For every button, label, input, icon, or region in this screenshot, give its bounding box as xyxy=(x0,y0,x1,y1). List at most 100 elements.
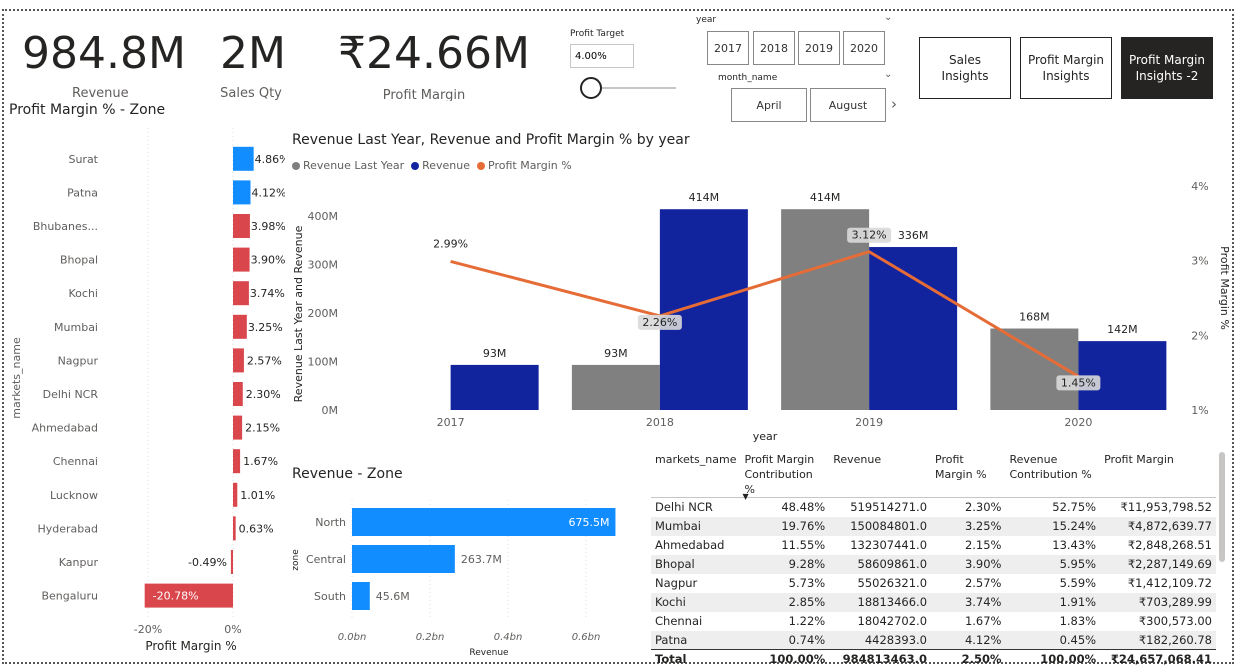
table-cell: 100.00% xyxy=(740,649,830,669)
profit-target-slider-track xyxy=(591,87,676,89)
profit-target-slider-handle[interactable] xyxy=(580,77,602,99)
data-label: 414M xyxy=(689,191,720,204)
combo-y2-axis-label: Profit Margin % xyxy=(1218,246,1231,330)
x-tick-label: 0.2bn xyxy=(416,632,445,643)
table-cell: 984813463.0 xyxy=(829,649,932,669)
table-row[interactable]: Kochi 2.85% 18813466.0 3.74% 1.91% ₹703,289.9… xyxy=(651,592,1216,612)
table-cell: Mumbai xyxy=(651,516,741,536)
data-label: 3.90% xyxy=(251,254,285,267)
table-cell: 5.73% xyxy=(788,576,826,590)
table-cell: Bhopal xyxy=(651,554,741,574)
table-cell: ₹1,412,109.72 xyxy=(1127,576,1212,590)
sort-descending-icon[interactable]: ▼ xyxy=(742,489,748,504)
year-option-2020[interactable]: 2020 xyxy=(843,31,885,65)
table-cell: Delhi NCR xyxy=(655,500,713,515)
table-cell: Chennai xyxy=(655,614,703,628)
bar xyxy=(233,382,243,406)
category-label: Kanpur xyxy=(59,556,99,569)
combo-chart-legend: Revenue Last Year Revenue Profit Margin … xyxy=(292,159,572,172)
combo-chart: Revenue Last Year and Revenue Profit Mar… xyxy=(292,180,1231,443)
x-tick-label: 0.4bn xyxy=(494,632,523,643)
profit-target-input[interactable] xyxy=(570,44,634,68)
x-tick-label: 2017 xyxy=(437,416,465,429)
y2-tick-label: 1% xyxy=(1191,404,1208,417)
line-profit-margin xyxy=(450,250,1080,378)
table-cell: 4.12% xyxy=(931,630,1006,650)
column-header-profit-margin[interactable]: Profit Margin xyxy=(1100,452,1216,498)
table-row[interactable]: Patna 0.74% 4428393.0 4.12% 0.45% ₹182,260.78 xyxy=(651,630,1216,650)
bar-revenue xyxy=(450,364,539,410)
y-tick-label: 0M xyxy=(322,404,339,417)
year-slicer-chevron-icon[interactable]: ⌄ xyxy=(884,12,892,23)
kpi-profit-margin-value: ₹24.66M xyxy=(338,28,530,79)
column-header-profit-margin-contribution-label: Profit Margin Contribution % xyxy=(744,453,815,496)
revenue-zone-y-axis-label: zone xyxy=(291,549,301,571)
y-tick-label: 400M xyxy=(308,210,339,223)
year-option-2019[interactable]: 2019 xyxy=(798,31,840,65)
revenue-zone-x-axis-label: Revenue xyxy=(469,648,509,658)
data-label: 93M xyxy=(604,347,628,360)
data-label: 4.86% xyxy=(255,153,285,166)
y-tick-label: 100M xyxy=(308,356,339,369)
table-cell: 13.43% xyxy=(1052,538,1097,552)
data-label: 4.12% xyxy=(252,186,285,199)
kpi-sales-qty-label: Sales Qty xyxy=(220,86,282,101)
table-scrollbar[interactable] xyxy=(1219,452,1225,562)
column-header-profit-margin-pct[interactable]: Profit Margin % xyxy=(931,452,1005,498)
month-option-august[interactable]: August xyxy=(810,88,886,122)
revenue-zone-chart-title: Revenue - Zone xyxy=(292,466,403,482)
bar xyxy=(233,214,250,238)
column-header-profit-margin-contribution[interactable]: Profit Margin Contribution % ▼ xyxy=(740,452,829,501)
table-cell: 132307441.0 xyxy=(850,538,928,552)
table-cell: 11.55% xyxy=(781,538,826,552)
table-cell: 4428393.0 xyxy=(829,630,932,650)
year-option-2017[interactable]: 2017 xyxy=(707,31,749,65)
table-row[interactable]: Bhopal 9.28% 58609861.0 3.90% 5.95% ₹2,287,14… xyxy=(651,554,1216,574)
category-label: South xyxy=(314,590,346,603)
bar xyxy=(233,281,249,306)
table-cell: 55026321.0 xyxy=(857,576,928,590)
y2-tick-label: 2% xyxy=(1191,329,1208,342)
category-label: Chennai xyxy=(53,455,98,468)
data-label: 1.45% xyxy=(1061,376,1096,389)
table-row[interactable]: Nagpur 5.73% 55026321.0 2.57% 5.59% ₹1,412,10… xyxy=(651,574,1216,593)
data-label: 2.57% xyxy=(247,354,282,367)
table-total-row[interactable]: Total 100.00% 984813463.0 2.50% 100.00% ₹24,6… xyxy=(651,649,1216,669)
profit-margin-insights-button[interactable]: Profit Margin Insights xyxy=(1020,37,1112,99)
table-row[interactable]: Delhi NCR 48.48% 519514271.0 2.30% 52.75% ₹11… xyxy=(651,498,1216,517)
month-option-april[interactable]: April xyxy=(731,88,807,122)
bar-revenue-last-year xyxy=(571,364,660,410)
table-row[interactable]: Chennai 1.22% 18042702.0 1.67% 1.83% ₹300,573… xyxy=(651,612,1216,631)
table-row[interactable]: Ahmedabad 11.55% 132307441.0 2.15% 13.43% ₹2,… xyxy=(651,536,1216,555)
category-label: North xyxy=(315,516,346,529)
data-label: 3.25% xyxy=(248,321,283,334)
sales-insights-button[interactable]: Sales Insights xyxy=(919,37,1011,99)
category-label: Ahmedabad xyxy=(32,422,98,435)
month-next-chevron-icon[interactable]: › xyxy=(891,95,897,113)
table-cell: 0.74% xyxy=(740,630,830,650)
y2-tick-label: 4% xyxy=(1191,180,1208,193)
data-label: 2.99% xyxy=(433,237,468,250)
table-cell: 2.30% xyxy=(964,500,1002,515)
table-cell: 58609861.0 xyxy=(829,554,932,574)
legend-swatch-revenue-last-year xyxy=(292,161,300,170)
year-option-2018[interactable]: 2018 xyxy=(753,31,795,65)
month-slicer-chevron-icon[interactable]: ⌄ xyxy=(884,69,892,80)
column-header-markets-name[interactable]: markets_name xyxy=(651,452,740,498)
category-label: Lucknow xyxy=(50,489,98,502)
bar xyxy=(233,314,247,339)
bar xyxy=(230,550,233,574)
profit-margin-insights-2-button[interactable]: Profit Margin Insights -2 xyxy=(1121,37,1213,99)
table-cell: ₹2,848,268.51 xyxy=(1127,538,1212,552)
table-cell: Patna xyxy=(651,630,741,650)
column-header-revenue-contribution[interactable]: Revenue Contribution % xyxy=(1005,452,1100,498)
data-label: 3.74% xyxy=(250,287,285,300)
table-row[interactable]: Mumbai 19.76% 150084801.0 3.25% 15.24% ₹4,872… xyxy=(651,516,1216,536)
column-header-revenue[interactable]: Revenue xyxy=(829,452,931,498)
bar xyxy=(352,545,455,573)
combo-chart-title: Revenue Last Year, Revenue and Profit Ma… xyxy=(292,132,690,148)
data-label: 2.26% xyxy=(642,316,677,329)
y-tick-label: 200M xyxy=(308,307,339,320)
revenue-zone-chart: zone Revenue 0.0bn 0.2bn 0.4bn 0.6bn North 67… xyxy=(291,500,616,658)
table-cell: 2.15% xyxy=(964,538,1002,552)
